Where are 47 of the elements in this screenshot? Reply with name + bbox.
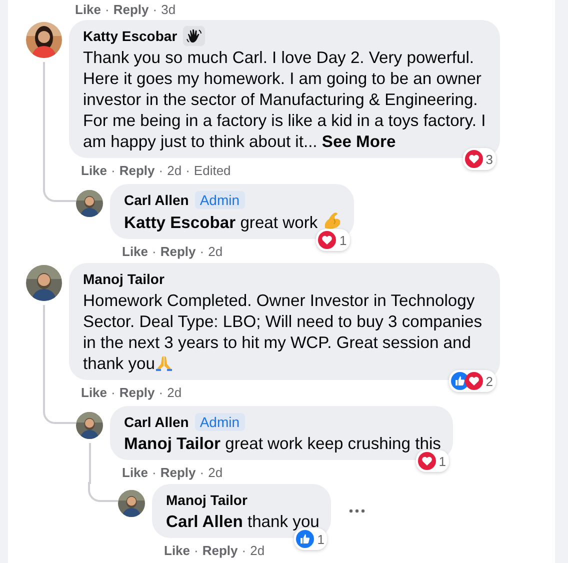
separator-dot: · (186, 162, 190, 178)
separator-dot: · (194, 542, 198, 558)
like-link[interactable]: Like (81, 384, 108, 400)
separator-dot: · (200, 464, 204, 480)
timestamp-link[interactable]: 2d (167, 162, 182, 178)
reply-link[interactable]: Reply (113, 2, 149, 16)
reply-link[interactable]: Reply (119, 384, 155, 400)
like-link[interactable]: Like (81, 162, 108, 178)
author-name[interactable]: Carl Allen (124, 414, 189, 430)
more-options-icon[interactable] (349, 509, 366, 513)
separator-dot: · (152, 244, 156, 258)
timestamp-link[interactable]: 3d (161, 2, 176, 16)
separator-dot: · (152, 464, 156, 480)
timestamp-link[interactable]: 2d (167, 384, 182, 400)
like-link[interactable]: Like (164, 542, 190, 558)
reaction-count[interactable]: 1 (316, 229, 350, 251)
edited-label: Edited (194, 162, 231, 178)
reply-link[interactable]: Reply (119, 162, 155, 178)
timestamp-link[interactable]: 2d (250, 542, 265, 558)
author-name[interactable]: Manoj Tailor (166, 492, 248, 508)
like-link[interactable]: Like (122, 464, 148, 480)
reaction-count[interactable]: 3 (462, 148, 496, 170)
admin-badge: Admin (194, 191, 245, 209)
admin-badge: Admin (194, 413, 245, 431)
reaction-count[interactable]: 1 (416, 450, 449, 472)
timestamp-link[interactable]: 2d (208, 464, 223, 480)
see-more-link[interactable]: See More (322, 132, 396, 151)
like-link[interactable]: Like (122, 244, 148, 258)
author-name[interactable]: Manoj Tailor (83, 271, 164, 287)
like-link[interactable]: Like (75, 2, 102, 16)
reply-link[interactable]: Reply (202, 542, 238, 558)
author-name[interactable]: Katty Escobar (83, 28, 178, 44)
reply-link[interactable]: Reply (160, 244, 196, 258)
author-name[interactable]: Carl Allen (124, 192, 189, 208)
praying-hands-icon (154, 354, 173, 372)
timestamp-link[interactable]: 2d (208, 244, 223, 258)
separator-dot: · (242, 542, 246, 558)
separator-dot: · (111, 384, 116, 400)
separator-dot: · (158, 162, 164, 178)
separator-dot: · (152, 2, 158, 16)
separator-dot: · (158, 384, 164, 400)
reaction-count[interactable]: 2 (448, 370, 496, 392)
separator-dot: · (200, 244, 204, 258)
separator-dot: · (111, 162, 116, 178)
thumbs-up-icon (296, 530, 314, 548)
reply-link[interactable]: Reply (160, 464, 196, 480)
separator-dot: · (105, 2, 110, 16)
